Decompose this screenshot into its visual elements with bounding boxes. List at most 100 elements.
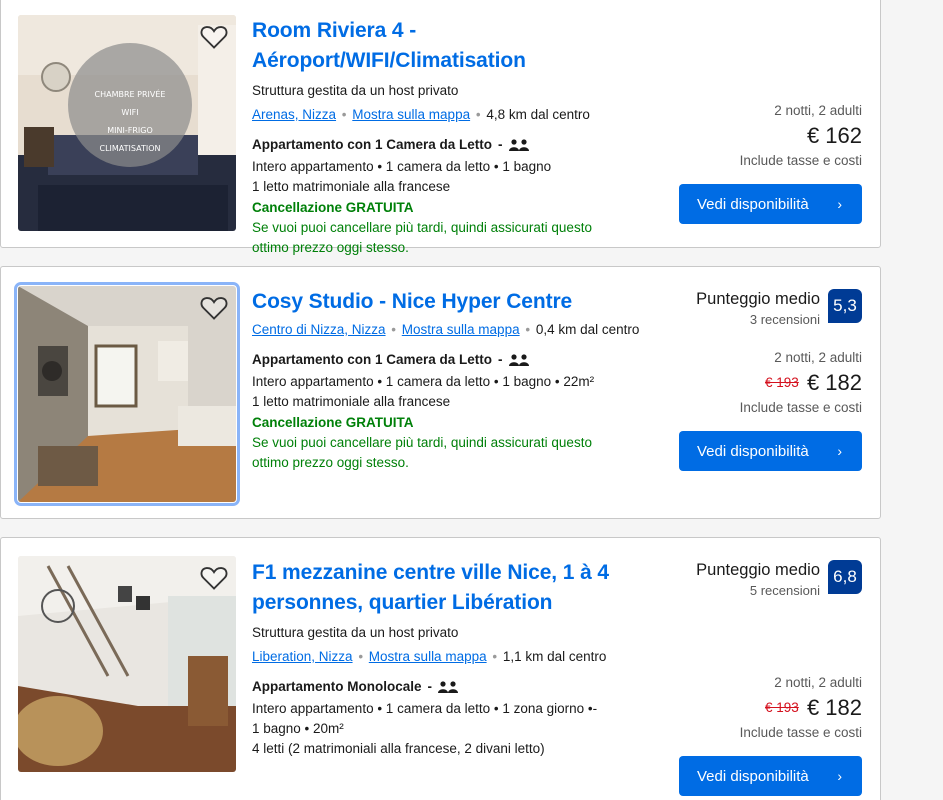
property-card: CHAMBRE PRIVÉE WIFI MINI-FRIGO CLIMATISA… <box>0 0 881 255</box>
score-text: Punteggio medio 5 recensioni <box>696 560 820 600</box>
price: € 193 € 182 <box>740 694 862 722</box>
free-cancellation: Cancellazione GRATUITA <box>252 200 414 215</box>
location-line: Liberation, Nizza • Mostra sulla mappa •… <box>252 648 672 666</box>
heart-icon[interactable] <box>200 23 228 51</box>
button-label: Vedi disponibilità <box>697 442 809 460</box>
two-persons-icon <box>438 681 459 693</box>
property-title[interactable]: F1 mezzanine centre ville Nice, 1 à 4 pe… <box>252 558 672 618</box>
dash: - <box>427 679 433 694</box>
desc-line: Intero appartamento • 1 camera da letto … <box>252 374 595 389</box>
property-title[interactable]: Cosy Studio - Nice Hyper Centre <box>252 287 672 317</box>
separator: • <box>488 649 501 664</box>
property-photo[interactable]: CHAMBRE PRIVÉE WIFI MINI-FRIGO CLIMATISA… <box>18 15 236 231</box>
taxes-note: Include tasse e costi <box>739 153 862 168</box>
button-label: Vedi disponibilità <box>697 767 809 785</box>
review-count: 3 recensioni <box>749 312 820 327</box>
property-photo[interactable] <box>18 556 236 772</box>
host-note: Struttura gestita da un host privato <box>252 625 459 640</box>
review-score-row: Punteggio medio 3 recensioni 5,3 <box>696 289 862 329</box>
show-on-map-link[interactable]: Mostra sulla mappa <box>369 649 487 664</box>
show-on-map-link[interactable]: Mostra sulla mappa <box>352 107 470 122</box>
score-label: Punteggio medio <box>696 561 820 579</box>
unit-description: Intero appartamento • 1 camera da letto … <box>252 372 672 412</box>
unit-description: Intero appartamento • 1 camera da letto … <box>252 699 672 759</box>
score-badge: 6,8 <box>828 560 862 594</box>
stay-summary: 2 notti, 2 adulti <box>774 103 862 118</box>
chevron-right-icon: › <box>837 768 842 784</box>
location-line: Centro di Nizza, Nizza • Mostra sulla ma… <box>252 321 672 339</box>
see-availability-button[interactable]: Vedi disponibilità › <box>679 756 862 796</box>
score-text: Punteggio medio 3 recensioni <box>696 289 820 329</box>
distance: 0,4 km dal centro <box>535 322 640 337</box>
overlay-line-3: MINI-FRIGO <box>107 126 153 135</box>
score-badge: 5,3 <box>828 289 862 323</box>
see-availability-button[interactable]: Vedi disponibilità › <box>679 184 862 224</box>
unit-type: Appartamento Monolocale - <box>252 678 672 696</box>
price-block: 2 notti, 2 adulti € 193 € 182 Include ta… <box>740 674 862 742</box>
button-label: Vedi disponibilità <box>697 195 809 213</box>
property-info: Cosy Studio - Nice Hyper Centre Centro d… <box>252 287 672 473</box>
heart-icon[interactable] <box>200 294 228 322</box>
area-link[interactable]: Arenas, Nizza <box>252 107 336 122</box>
review-score[interactable]: Punteggio medio 3 recensioni 5,3 <box>696 289 862 329</box>
chevron-right-icon: › <box>837 443 842 459</box>
taxes-note: Include tasse e costi <box>739 400 862 415</box>
original-price: € 193 <box>765 700 799 715</box>
host-note: Struttura gestita da un host privato <box>252 83 459 98</box>
two-persons-icon <box>508 354 529 366</box>
unit-type-label: Appartamento con 1 Camera da Letto <box>252 352 493 367</box>
property-info: Room Riviera 4 - Aéroport/WIFI/Climatisa… <box>252 16 672 258</box>
price-block: 2 notti, 2 adulti € 162 Include tasse e … <box>740 102 862 170</box>
stay-summary: 2 notti, 2 adulti <box>774 350 862 365</box>
separator: • <box>472 107 485 122</box>
unit-type: Appartamento con 1 Camera da Letto - <box>252 136 672 154</box>
price-value: € 182 <box>806 370 862 395</box>
distance: 4,8 km dal centro <box>486 107 590 122</box>
free-cancellation: Cancellazione GRATUITA <box>252 415 414 430</box>
unit-type: Appartamento con 1 Camera da Letto - <box>252 351 672 369</box>
dash: - <box>498 137 503 152</box>
dash: - <box>498 352 503 367</box>
unit-description: Intero appartamento • 1 camera da letto … <box>252 157 672 197</box>
separator: • <box>387 322 400 337</box>
price-value: € 162 <box>806 123 862 148</box>
separator: • <box>354 649 367 664</box>
price-block: 2 notti, 2 adulti € 193 € 182 Include ta… <box>740 349 862 417</box>
property-card: Cosy Studio - Nice Hyper Centre Centro d… <box>0 266 881 519</box>
distance: 1,1 km dal centro <box>502 649 607 664</box>
location-line: Arenas, Nizza • Mostra sulla mappa • 4,8… <box>252 106 672 124</box>
desc-line: Intero appartamento • 1 camera da letto … <box>252 159 552 174</box>
property-photo[interactable] <box>14 282 240 506</box>
heart-icon[interactable] <box>200 564 228 592</box>
overlay-line-2: WIFI <box>121 108 138 117</box>
review-count: 5 recensioni <box>749 583 820 598</box>
price: € 162 <box>740 122 862 150</box>
property-card: F1 mezzanine centre ville Nice, 1 à 4 pe… <box>0 537 881 800</box>
desc-line: 1 bagno • 20m² <box>252 721 344 736</box>
title-line-2: personnes, quartier Libération <box>252 591 553 614</box>
show-on-map-link[interactable]: Mostra sulla mappa <box>402 322 520 337</box>
score-label: Punteggio medio <box>696 290 820 308</box>
area-link[interactable]: Centro di Nizza, Nizza <box>252 322 386 337</box>
two-persons-icon <box>508 139 529 151</box>
price-value: € 182 <box>806 695 862 720</box>
unit-type-label: Appartamento Monolocale <box>252 679 422 694</box>
review-score[interactable]: Punteggio medio 5 recensioni 6,8 <box>696 560 862 600</box>
property-info: F1 mezzanine centre ville Nice, 1 à 4 pe… <box>252 558 672 759</box>
separator: • <box>521 322 534 337</box>
chevron-right-icon: › <box>837 196 842 212</box>
original-price: € 193 <box>765 375 799 390</box>
separator: • <box>338 107 351 122</box>
taxes-note: Include tasse e costi <box>739 725 862 740</box>
area-link[interactable]: Liberation, Nizza <box>252 649 353 664</box>
unit-type-label: Appartamento con 1 Camera da Letto <box>252 137 493 152</box>
desc-line: 1 letto matrimoniale alla francese <box>252 394 451 409</box>
price: € 193 € 182 <box>740 369 862 397</box>
overlay-line-1: CHAMBRE PRIVÉE <box>95 88 166 99</box>
see-availability-button[interactable]: Vedi disponibilità › <box>679 431 862 471</box>
property-title[interactable]: Room Riviera 4 - Aéroport/WIFI/Climatisa… <box>252 16 672 76</box>
desc-line: 4 letti (2 matrimoniali alla francese, 2… <box>252 741 545 756</box>
review-score-row: Punteggio medio 5 recensioni 6,8 <box>696 560 862 600</box>
cancellation-note: Se vuoi puoi cancellare più tardi, quind… <box>252 220 592 255</box>
title-line-1: F1 mezzanine centre ville Nice, 1 à 4 <box>252 561 609 584</box>
